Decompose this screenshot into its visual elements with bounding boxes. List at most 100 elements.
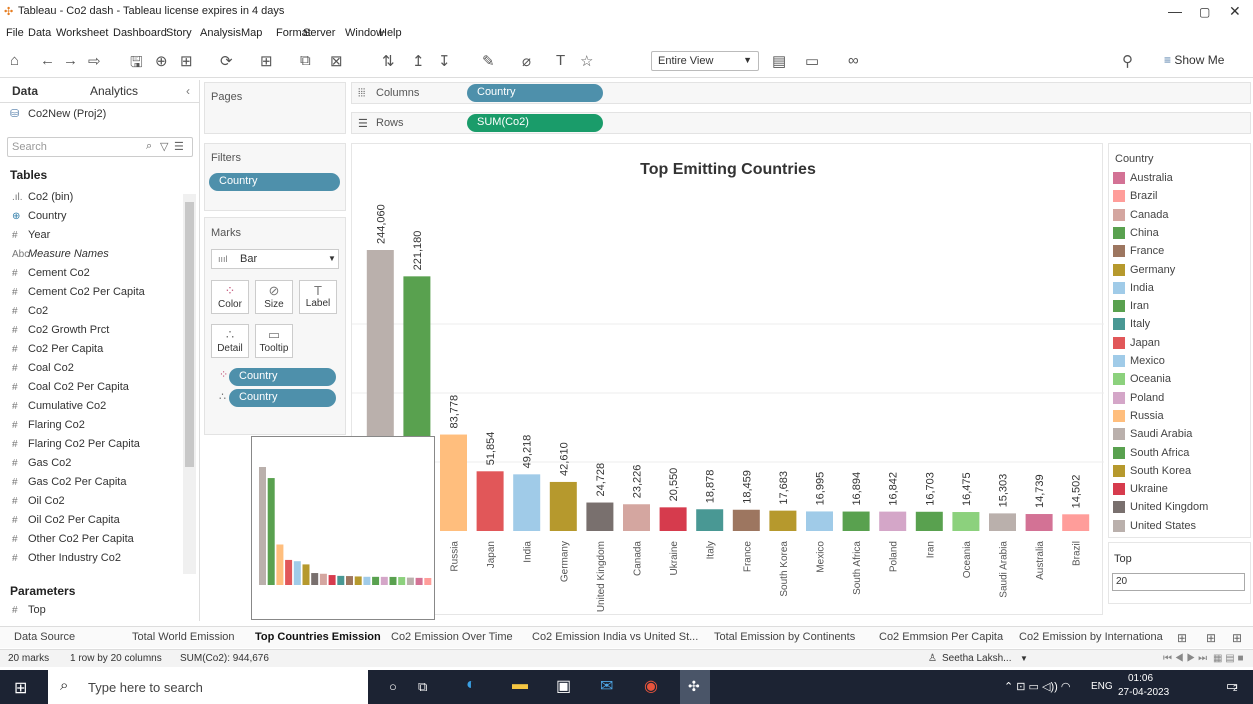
menu-data[interactable]: Data [28, 27, 51, 39]
bar[interactable] [952, 512, 980, 531]
field-year[interactable]: # Year [12, 229, 50, 241]
detail-button[interactable]: ∴ Detail [211, 324, 249, 358]
bar[interactable] [732, 509, 760, 531]
bar-chart[interactable]: Top Emitting Countries244,060United Stat… [352, 144, 1104, 616]
system-tray-icons[interactable]: ⌃ ⊡ ▭ ◁)) ◠ [1004, 680, 1070, 693]
parameter-top[interactable]: # Top [12, 604, 46, 616]
bar[interactable] [915, 511, 943, 531]
new-datasource-icon[interactable]: ⊕ [155, 52, 168, 70]
field-co2-growth-prct[interactable]: # Co2 Growth Prct [12, 324, 109, 336]
field-cement-co2[interactable]: # Cement Co2 [12, 267, 90, 279]
view-toggle-icons[interactable]: ▦ ▤ ■ [1213, 653, 1244, 664]
new-worksheet-icon[interactable]: ⊞ [260, 52, 273, 70]
presentation-icon[interactable]: ▭ [805, 52, 819, 70]
cortana-icon[interactable]: ○ [389, 679, 397, 694]
tooltip-button[interactable]: ▭ Tooltip [255, 324, 293, 358]
show-labels-icon[interactable]: T [556, 52, 565, 69]
marks-detail-pill[interactable]: Country [229, 389, 336, 407]
field-flaring-co2-per-capita[interactable]: # Flaring Co2 Per Capita [12, 438, 140, 450]
fit-dropdown[interactable]: Entire View ▼ [651, 51, 759, 71]
legend-item[interactable]: Italy [1113, 318, 1150, 331]
legend-item[interactable]: Ukraine [1113, 483, 1168, 496]
marks-color-pill[interactable]: Country [229, 368, 336, 386]
legend-item[interactable]: India [1113, 282, 1154, 294]
field-gas-co2[interactable]: # Gas Co2 [12, 457, 71, 469]
field-coal-co2-per-capita[interactable]: # Coal Co2 Per Capita [12, 381, 129, 393]
legend-item[interactable]: Australia [1113, 172, 1173, 185]
file-explorer-icon[interactable]: ▬ [512, 676, 528, 694]
field-gas-co2-per-capita[interactable]: # Gas Co2 Per Capita [12, 476, 126, 488]
menu-server[interactable]: Server [303, 27, 335, 39]
forward-icon[interactable]: → [63, 52, 78, 69]
minimize-icon[interactable]: — [1168, 3, 1182, 19]
sheet-tab[interactable]: Co2 Emission Over Time [391, 631, 513, 643]
home-icon[interactable]: ⌂ [10, 52, 19, 69]
field-measure-names[interactable]: AbcMeasure Names [12, 248, 109, 260]
field-co2[interactable]: # Co2 [12, 305, 48, 317]
highlight-icon[interactable]: ✎ [482, 52, 495, 70]
task-view-icon[interactable]: ⧉ [418, 679, 427, 695]
bar[interactable] [549, 481, 577, 531]
datasource-name[interactable]: Co2New (Proj2) [28, 108, 106, 120]
clock-time[interactable]: 01:06 [1128, 673, 1153, 684]
pin-toolbar-icon[interactable]: ⚲ [1122, 52, 1133, 70]
label-button[interactable]: T Label [299, 280, 337, 314]
sheet-tab[interactable]: Co2 Emmsion Per Capita [879, 631, 1003, 643]
rows-pill-sum-co2[interactable]: SUM(Co2) [467, 114, 603, 132]
bar[interactable] [879, 511, 907, 531]
sheet-nav-icons[interactable]: ⏮ ◀ ▶ ⏭ [1163, 653, 1207, 664]
menu-story[interactable]: Story [166, 27, 192, 39]
sheet-tab[interactable]: Top Countries Emission [255, 631, 381, 643]
collapse-pane-icon[interactable]: ‹ [186, 84, 190, 98]
legend-item[interactable]: South Africa [1113, 447, 1189, 459]
filter-pill-country[interactable]: Country [209, 173, 340, 191]
clear-sheet-icon[interactable]: ⊠ [330, 52, 343, 70]
new-story-icon[interactable]: ⊞ [1232, 631, 1242, 645]
legend-item[interactable]: Iran [1113, 300, 1149, 313]
bar[interactable] [476, 471, 504, 531]
search-icon[interactable]: ⌕ [146, 140, 152, 153]
menu-map[interactable]: Map [241, 27, 262, 39]
menu-dashboard[interactable]: Dashboard [113, 27, 167, 39]
bar[interactable] [806, 511, 833, 531]
field-co2-per-capita[interactable]: # Co2 Per Capita [12, 343, 103, 355]
field-country[interactable]: ⊕ Country [12, 210, 67, 222]
legend-item[interactable]: Brazil [1113, 190, 1158, 203]
mark-type-dropdown[interactable]: ıııl Bar ▼ [211, 249, 339, 269]
field-other-co2-per-capita[interactable]: # Other Co2 Per Capita [12, 533, 134, 545]
field-other-industry-co2[interactable]: # Other Industry Co2 [12, 552, 121, 564]
size-button[interactable]: ⊘ Size [255, 280, 293, 314]
refresh-icon[interactable]: ⟳ [220, 52, 233, 70]
sheet-tab[interactable]: Total World Emission [132, 631, 235, 643]
bar[interactable] [513, 474, 541, 531]
bar[interactable] [1062, 514, 1090, 531]
sheet-tab[interactable]: Total Emission by Continents [714, 631, 855, 643]
bar[interactable] [842, 511, 870, 531]
search-input[interactable]: Search ⌕ ▽ ☰ [7, 137, 193, 157]
taskbar-search-box[interactable]: ⌕ Type here to search [48, 670, 368, 704]
sort-desc-icon[interactable]: ↧ [438, 52, 451, 70]
legend-item[interactable]: United Kingdom [1113, 501, 1208, 514]
show-me-button[interactable]: ≡ Show Me [1164, 53, 1224, 67]
legend-item[interactable]: Russia [1113, 410, 1164, 422]
field-oil-co2-per-capita[interactable]: # Oil Co2 Per Capita [12, 514, 120, 526]
menu-worksheet[interactable]: Worksheet [56, 27, 108, 39]
chrome-icon[interactable]: ◉ [644, 676, 658, 696]
bar[interactable] [769, 510, 797, 531]
pin-icon[interactable]: ☆ [580, 52, 593, 70]
maximize-icon[interactable]: ▢ [1199, 5, 1210, 19]
group-icon[interactable]: ⌀ [522, 52, 531, 70]
field-oil-co2[interactable]: # Oil Co2 [12, 495, 65, 507]
duplicate-icon[interactable]: ⧉ [300, 52, 311, 69]
color-button[interactable]: ⁘ Color [211, 280, 249, 314]
bar[interactable] [586, 502, 614, 531]
filter-icon[interactable]: ▽ [160, 140, 168, 153]
clock-date[interactable]: 27-04-2023 [1118, 687, 1169, 698]
bar[interactable] [989, 513, 1016, 531]
show-cards-icon[interactable]: ▤ [772, 52, 786, 70]
language-indicator[interactable]: ENG [1091, 681, 1113, 692]
back-icon[interactable]: ← [40, 52, 55, 69]
swap-icon[interactable]: ⇅ [382, 52, 395, 70]
bar[interactable] [1025, 514, 1053, 531]
legend-item[interactable]: South Korea [1113, 465, 1191, 477]
